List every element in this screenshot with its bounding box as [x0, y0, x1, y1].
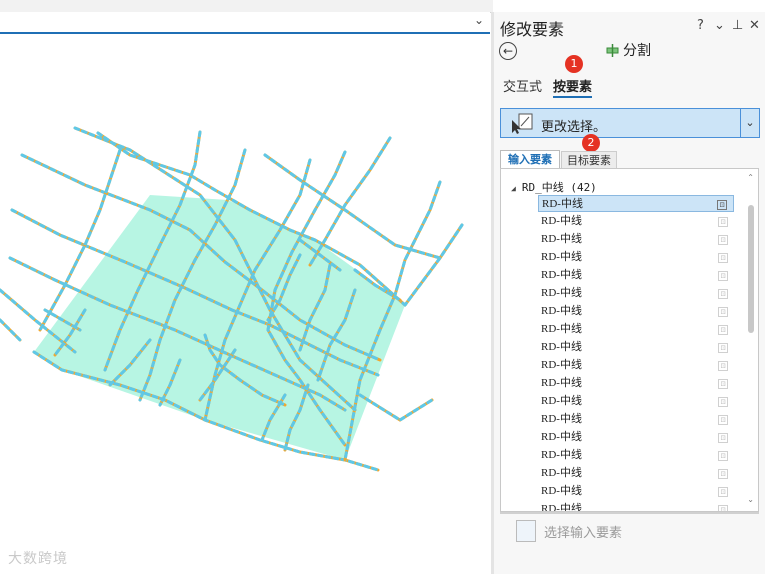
feature-row[interactable]: RD-中线 ⊡ — [538, 195, 734, 212]
zoom-to-feature-icon[interactable]: ⊡ — [718, 307, 728, 317]
split-tool-button[interactable]: 分割 — [606, 40, 651, 60]
feature-list: ◢ RD_中线 (42) RD-中线 ⊡ RD-中线 ⊡ RD-中线 ⊡ RD-中线 ⊡ RD-中… — [500, 168, 759, 512]
feature-row[interactable]: RD-中线 ⊡ — [538, 411, 734, 428]
selection-mode-dropdown[interactable]: 更改选择。 ⌄ — [500, 108, 760, 138]
feature-row[interactable]: RD-中线 ⊡ — [538, 429, 734, 446]
feature-label: RD-中线 — [541, 449, 582, 461]
pane-title: 修改要素 — [500, 20, 565, 39]
feature-row[interactable]: RD-中线 ⊡ — [538, 483, 734, 500]
road-line-dash — [403, 223, 464, 307]
zoom-to-feature-icon[interactable]: ⊡ — [718, 235, 728, 245]
map-canvas[interactable] — [0, 34, 490, 574]
feature-label: RD-中线 — [541, 323, 582, 335]
divider-line — [500, 512, 759, 514]
tab-interactive[interactable]: 交互式 — [503, 76, 542, 95]
feature-row[interactable]: RD-中线 ⊡ — [538, 339, 734, 356]
select-features-icon — [516, 520, 536, 542]
pin-icon[interactable]: ⊥ — [732, 18, 743, 33]
tab-by-feature[interactable]: 按要素 — [553, 76, 593, 98]
feature-row[interactable]: RD-中线 ⊡ — [538, 213, 734, 230]
feature-label: RD-中线 — [541, 467, 582, 479]
zoom-to-feature-icon[interactable]: ⊡ — [718, 325, 728, 335]
feature-label: RD-中线 — [541, 215, 582, 227]
feature-label: RD-中线 — [541, 503, 582, 512]
zoom-to-feature-icon[interactable]: ⊡ — [718, 415, 728, 425]
feature-label: RD-中线 — [541, 485, 582, 497]
chevron-down-icon[interactable]: ⌄ — [740, 109, 759, 137]
zoom-to-feature-icon[interactable]: ⊡ — [718, 217, 728, 227]
zoom-to-feature-icon[interactable]: ⊡ — [718, 505, 728, 511]
split-label: 分割 — [623, 43, 651, 59]
collapse-triangle-icon[interactable]: ◢ — [511, 184, 516, 193]
feature-row[interactable]: RD-中线 ⊡ — [538, 501, 734, 512]
scroll-down-icon[interactable]: ⌄ — [747, 495, 754, 504]
map-tab-strip: ⌄ — [0, 12, 490, 34]
zoom-to-feature-icon[interactable]: ⊡ — [718, 379, 728, 389]
zoom-to-feature-icon[interactable]: ⊡ — [718, 397, 728, 407]
feature-label: RD-中线 — [541, 359, 582, 371]
tab-input-features[interactable]: 输入要素 — [500, 150, 560, 169]
zoom-to-feature-icon[interactable]: ⊡ — [718, 451, 728, 461]
feature-row[interactable]: RD-中线 ⊡ — [538, 321, 734, 338]
modify-features-pane: 修改要素 ? ⌄ ⊥ ✕ ← 分割 交互式 按要素 1 更改选择。 ⌄ 2 输入… — [494, 12, 765, 574]
zoom-to-feature-icon[interactable]: ⊡ — [718, 469, 728, 479]
feature-label: RD-中线 — [541, 341, 582, 353]
zoom-to-feature-icon[interactable]: ⊡ — [718, 487, 728, 497]
tab-target-features[interactable]: 目标要素 — [561, 151, 617, 169]
feature-label: RD-中线 — [541, 395, 582, 407]
select-cursor-icon — [512, 113, 533, 134]
scrollbar-thumb[interactable] — [748, 205, 754, 333]
feature-row[interactable]: RD-中线 ⊡ — [538, 393, 734, 410]
zoom-to-feature-icon[interactable]: ⊡ — [718, 361, 728, 371]
zoom-to-feature-icon[interactable]: ⊡ — [718, 433, 728, 443]
back-arrow-icon[interactable]: ← — [499, 42, 517, 60]
menu-chevron-icon[interactable]: ⌄ — [714, 18, 725, 33]
road-line-dash — [308, 136, 392, 267]
feature-label: RD-中线 — [541, 431, 582, 443]
selection-mode-value: 更改选择。 — [541, 120, 607, 135]
chevron-down-icon[interactable]: ⌄ — [474, 13, 484, 27]
feature-row[interactable]: RD-中线 ⊡ — [538, 231, 734, 248]
layer-group-header[interactable]: ◢ RD_中线 (42) — [511, 179, 597, 195]
select-input-label: 选择输入要素 — [544, 525, 623, 541]
zoom-to-feature-icon[interactable]: ⊡ — [718, 343, 728, 353]
layer-group-label: RD_中线 (42) — [521, 181, 597, 194]
feature-row[interactable]: RD-中线 ⊡ — [538, 285, 734, 302]
close-icon[interactable]: ✕ — [749, 18, 760, 33]
feature-label: RD-中线 — [541, 251, 582, 263]
feature-label: RD-中线 — [541, 269, 582, 281]
feature-label: RD-中线 — [542, 198, 583, 210]
select-input-features-button[interactable]: 选择输入要素 — [516, 520, 622, 542]
feature-row[interactable]: RD-中线 ⊡ — [538, 447, 734, 464]
feature-row[interactable]: RD-中线 ⊡ — [538, 249, 734, 266]
watermark-logo: 大数跨境 — [8, 551, 68, 567]
feature-row[interactable]: RD-中线 ⊡ — [538, 267, 734, 284]
feature-row[interactable]: RD-中线 ⊡ — [538, 375, 734, 392]
road-line-dash — [358, 393, 434, 422]
annotation-marker-1: 1 — [565, 55, 583, 73]
zoom-to-feature-icon[interactable]: ⊡ — [718, 253, 728, 263]
zoom-to-feature-icon[interactable]: ⊡ — [718, 271, 728, 281]
zoom-to-feature-icon[interactable]: ⊡ — [717, 200, 727, 210]
feature-row[interactable]: RD-中线 ⊡ — [538, 303, 734, 320]
split-icon — [606, 43, 619, 57]
feature-label: RD-中线 — [541, 377, 582, 389]
scroll-up-icon[interactable]: ⌃ — [747, 173, 754, 182]
feature-row[interactable]: RD-中线 ⊡ — [538, 465, 734, 482]
annotation-marker-2: 2 — [582, 134, 600, 152]
feature-label: RD-中线 — [541, 287, 582, 299]
feature-label: RD-中线 — [541, 305, 582, 317]
help-icon[interactable]: ? — [697, 18, 704, 33]
feature-label: RD-中线 — [541, 413, 582, 425]
feature-row[interactable]: RD-中线 ⊡ — [538, 357, 734, 374]
feature-label: RD-中线 — [541, 233, 582, 245]
zoom-to-feature-icon[interactable]: ⊡ — [718, 289, 728, 299]
